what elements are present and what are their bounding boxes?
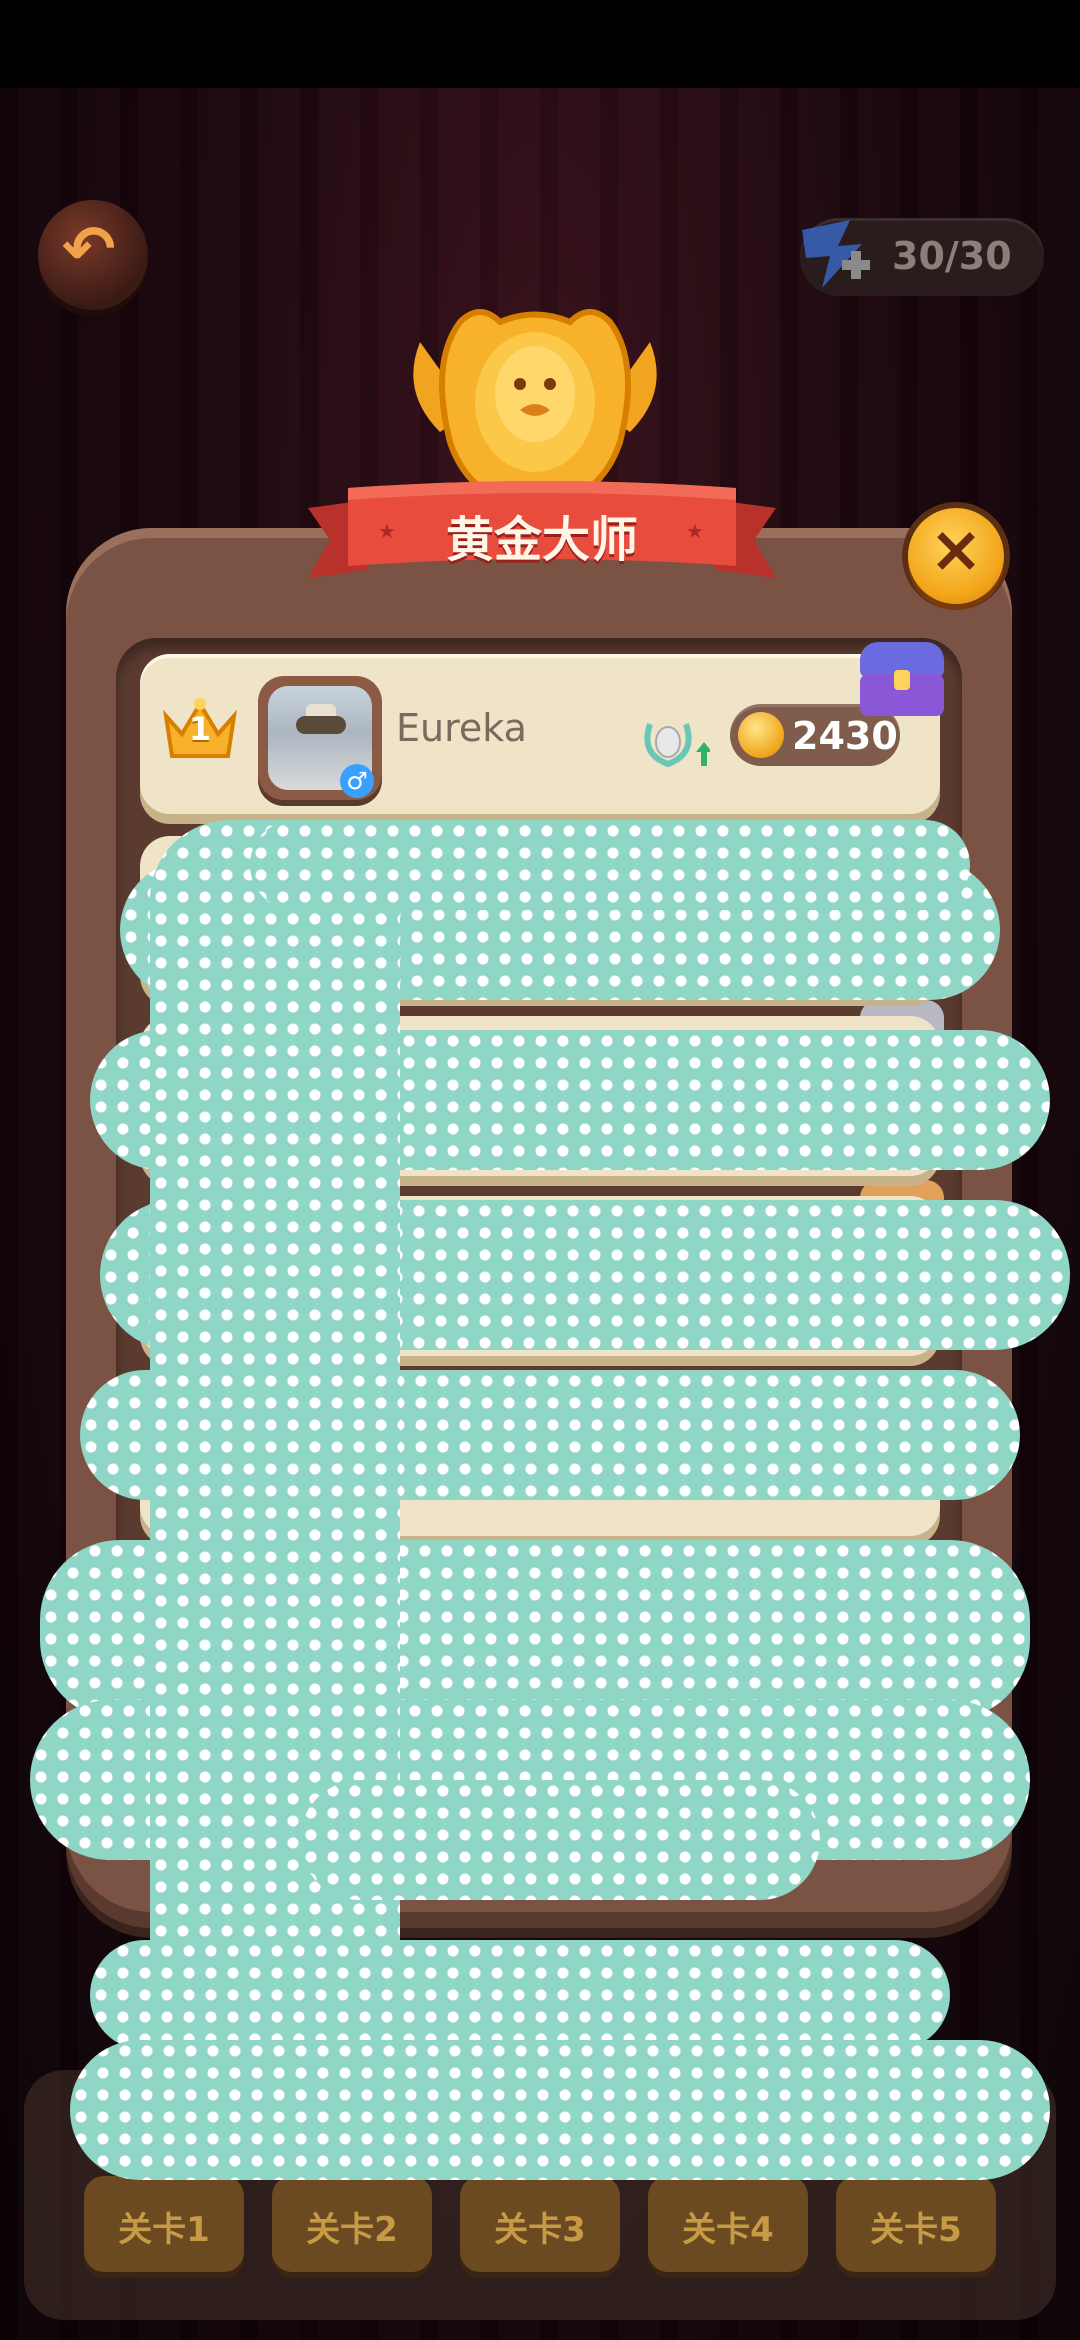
rank-up-badge-icon — [644, 723, 710, 768]
redaction-mark — [300, 1780, 820, 1900]
redaction-mark — [70, 2040, 1050, 2180]
level-button-1[interactable]: 关卡1 — [84, 2176, 244, 2272]
male-gender-icon: ♂ — [340, 764, 374, 798]
level-button-5[interactable]: 关卡5 — [836, 2176, 996, 2272]
close-icon: × — [929, 513, 983, 587]
rank-title-ribbon: ★ ★ 黄金大师 — [308, 478, 776, 586]
level-label: 关卡1 — [118, 2210, 210, 2250]
level-button-3[interactable]: 关卡3 — [460, 2176, 620, 2272]
coin-icon — [738, 712, 784, 758]
level-label: 关卡5 — [870, 2210, 962, 2250]
redaction-mark — [250, 820, 970, 910]
purple-chest-icon[interactable] — [860, 642, 944, 716]
back-button[interactable]: ↶ — [38, 200, 148, 310]
energy-counter: 30/30 — [800, 218, 1044, 296]
energy-bolt-icon — [802, 220, 870, 288]
chest-lock — [894, 670, 910, 690]
player-name: Eureka — [396, 706, 527, 750]
level-label: 关卡4 — [682, 2210, 774, 2250]
redaction-mark — [90, 1940, 950, 2050]
undo-arrow-icon: ↶ — [62, 213, 116, 287]
hat-brim-shape — [296, 716, 346, 734]
close-button[interactable]: × — [908, 508, 1004, 604]
energy-value: 30/30 — [892, 234, 1012, 278]
level-button-4[interactable]: 关卡4 — [648, 2176, 808, 2272]
level-button-2[interactable]: 关卡2 — [272, 2176, 432, 2272]
level-label: 关卡3 — [494, 2210, 586, 2250]
score-value: 2430 — [792, 714, 898, 758]
level-label: 关卡2 — [306, 2210, 398, 2250]
leaderboard-row[interactable]: 1 ♂ Eureka 2430 — [140, 654, 940, 814]
rank-number: 1 — [188, 710, 212, 748]
rank-title: 黄金大师 — [445, 512, 638, 568]
